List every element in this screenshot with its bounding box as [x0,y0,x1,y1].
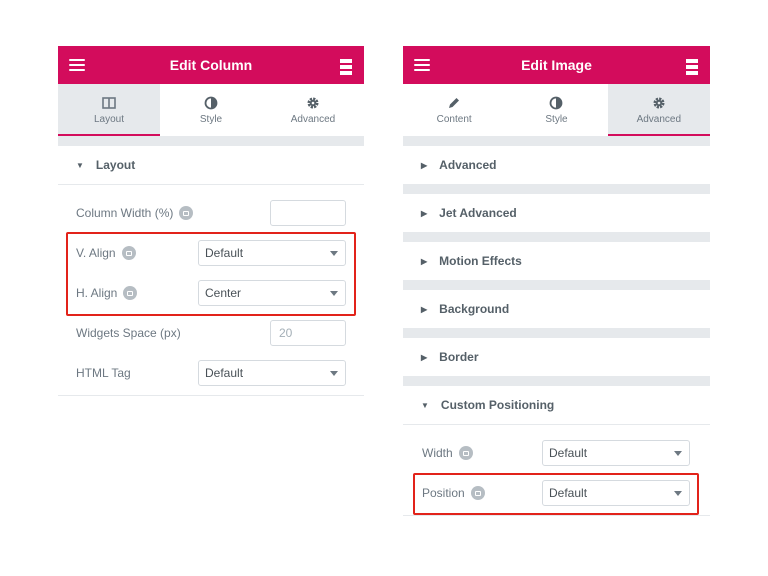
section-layout[interactable]: ▼ Layout [58,146,364,185]
menu-icon[interactable] [414,59,430,71]
section-title: Border [439,350,479,364]
h-align-select[interactable]: Center [198,280,346,306]
gear-icon [652,95,666,111]
responsive-icon[interactable] [458,446,473,460]
control-label: Position [422,486,485,500]
tab-label: Layout [93,113,125,125]
tab-label: Content [436,113,472,125]
control-label: V. Align [76,246,136,260]
control-v-align: V. Align Default [76,233,346,273]
caret-right-icon: ▶ [421,208,428,218]
panel-tabs: Content Style Advanced [403,84,711,137]
control-label: Width [422,446,473,460]
tab-style[interactable]: Style [160,84,262,136]
responsive-icon[interactable] [121,246,136,260]
section-title: Advanced [439,158,497,172]
control-label-text: HTML Tag [76,366,131,380]
section-border[interactable]: ▶ Border [403,338,710,377]
tab-style[interactable]: Style [505,84,607,136]
tab-label: Advanced [636,113,682,125]
menu-icon[interactable] [69,59,85,71]
tab-content[interactable]: Content [403,84,505,136]
widgets-space-input[interactable]: 20 [270,320,346,346]
caret-down-icon: ▼ [421,400,429,410]
columns-icon [102,95,116,111]
tab-layout[interactable]: Layout [58,84,160,136]
control-h-align: H. Align Center [76,273,346,313]
position-select[interactable]: Default [542,480,690,506]
panel-tabs: Layout Style Advanced [58,84,364,137]
control-label-text: Position [422,486,465,500]
control-label-text: Widgets Space (px) [76,326,181,340]
section-advanced[interactable]: ▶ Advanced [403,146,710,185]
edit-column-panel: Edit Column Layout Style Advanced ▼ Layo… [58,46,364,404]
caret-right-icon: ▶ [421,352,428,362]
divider [403,185,710,194]
control-label-text: Column Width (%) [76,206,174,220]
section-title: Motion Effects [439,254,522,268]
control-label: Column Width (%) [76,206,194,220]
responsive-icon[interactable] [123,286,138,300]
section-background[interactable]: ▶ Background [403,290,710,329]
control-label: H. Align [76,286,138,300]
edit-image-panel: Edit Image Content Style Advanced ▶ Adva… [403,46,711,521]
caret-right-icon: ▶ [421,256,428,266]
panel-title: Edit Image [521,57,592,73]
panel-title: Edit Column [169,57,253,73]
contrast-icon [204,95,218,111]
custom-positioning-controls: Width Default Position Default [403,425,710,516]
section-title: Layout [95,158,136,172]
tab-label: Advanced [290,113,336,125]
control-label-text: V. Align [76,246,116,260]
column-width-input[interactable] [270,200,346,226]
divider [403,137,710,146]
apps-grid-icon[interactable] [686,59,698,75]
panel-header: Edit Image [403,46,710,84]
control-position: Position Default [422,473,690,513]
tab-advanced[interactable]: Advanced [607,84,711,136]
divider [403,233,710,242]
section-motion-effects[interactable]: ▶ Motion Effects [403,242,710,281]
html-tag-select[interactable]: Default [198,360,346,386]
control-label-text: H. Align [76,286,118,300]
divider [403,377,710,386]
section-jet-advanced[interactable]: ▶ Jet Advanced [403,194,710,233]
panel-header: Edit Column [58,46,364,84]
section-custom-positioning[interactable]: ▼ Custom Positioning [403,386,710,425]
responsive-icon[interactable] [179,206,194,220]
tab-label: Style [199,113,223,125]
apps-grid-icon[interactable] [340,59,352,75]
responsive-icon[interactable] [470,486,485,500]
divider [403,329,710,338]
control-widgets-space: Widgets Space (px) 20 [76,313,346,353]
tab-label: Style [545,113,568,125]
caret-right-icon: ▶ [421,160,428,170]
gear-icon [306,95,320,111]
section-title: Jet Advanced [439,206,517,220]
pencil-icon [447,95,461,111]
control-width: Width Default [422,433,690,473]
contrast-icon [549,95,563,111]
section-title: Background [439,302,510,316]
divider [58,137,364,146]
section-title: Custom Positioning [440,398,555,412]
control-label-text: Width [422,446,453,460]
v-align-select[interactable]: Default [198,240,346,266]
caret-right-icon: ▶ [421,304,428,314]
control-column-width: Column Width (%) [76,193,346,233]
caret-down-icon: ▼ [76,160,84,170]
layout-controls: Column Width (%) V. Align Default H. Ali… [58,185,364,396]
divider [403,281,710,290]
tab-advanced[interactable]: Advanced [262,84,364,136]
control-html-tag: HTML Tag Default [76,353,346,393]
width-select[interactable]: Default [542,440,690,466]
